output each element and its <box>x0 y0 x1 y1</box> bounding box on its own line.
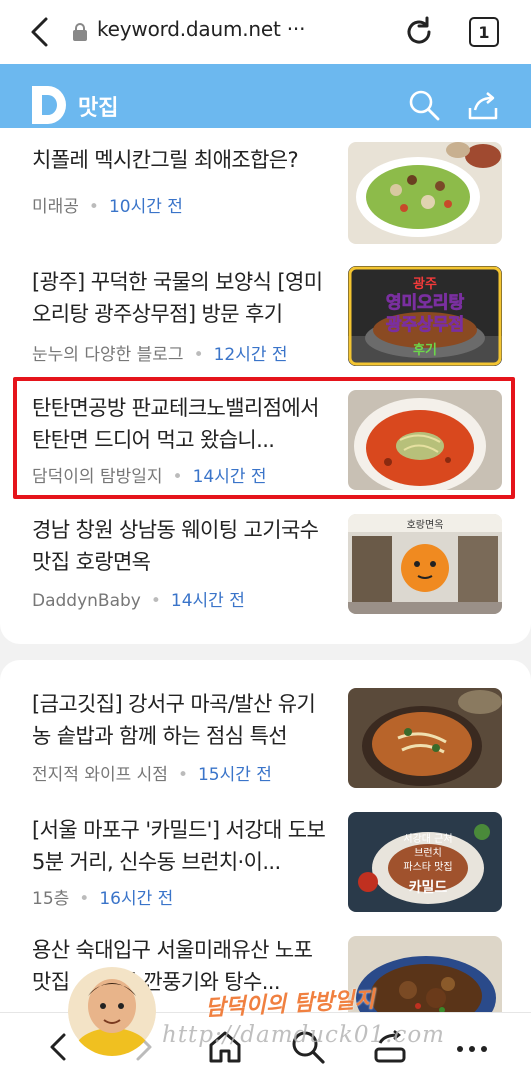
list-item[interactable]: 경남 창원 상남동 웨이팅 고기국수 맛집 호랑면옥 DaddynBaby • 14… <box>0 504 531 624</box>
item-thumbnail[interactable]: 호랑면옥 <box>348 514 502 614</box>
list-item[interactable]: [광주] 꾸덕한 국물의 보양식 [영미오리탕 광주상무점] 방문 후기 눈누의… <box>0 256 531 376</box>
item-thumbnail[interactable]: 광주 영미오리탕 광주상무점 후기 <box>348 266 502 366</box>
address-bar-url[interactable]: keyword.daum.net ··· <box>97 17 305 41</box>
watermark-avatar <box>68 966 156 1056</box>
browser-toolbar: keyword.daum.net ··· 1 <box>0 0 531 64</box>
tab-count-button[interactable]: 1 <box>469 17 499 47</box>
svg-text:서강대 근처: 서강대 근처 <box>403 833 452 845</box>
item-source: 전지적 와이프 시점 <box>32 765 168 785</box>
highlight-box <box>13 377 515 499</box>
item-thumbnail[interactable] <box>348 688 502 788</box>
item-thumbnail[interactable]: 서강대 근처 브런치 파스타 맛집 카밀드 <box>348 812 502 912</box>
item-source: DaddynBaby <box>32 591 141 611</box>
item-title[interactable]: [금고깃집] 강서구 마곡/발산 유기농 솥밥과 함께 하는 점심 특선 <box>32 688 328 752</box>
item-thumbnail[interactable] <box>348 142 502 244</box>
item-time: 15시간 전 <box>197 765 272 785</box>
item-time: 14시간 전 <box>170 591 245 611</box>
more-icon[interactable] <box>452 1027 492 1067</box>
svg-text:광주: 광주 <box>413 277 437 292</box>
item-source: 15층 <box>32 889 70 909</box>
search-icon[interactable] <box>407 88 441 122</box>
svg-text:후기: 후기 <box>413 342 437 358</box>
svg-text:파스타 맛집: 파스타 맛집 <box>403 861 452 873</box>
share-icon[interactable] <box>466 88 500 122</box>
page-title: 맛집 <box>78 96 119 121</box>
item-meta: DaddynBaby • 14시간 전 <box>32 591 245 611</box>
item-title[interactable]: 경남 창원 상남동 웨이팅 고기국수 맛집 호랑면옥 <box>32 514 332 578</box>
svg-text:브런치: 브런치 <box>414 847 442 859</box>
item-title[interactable]: 치폴레 멕시칸그릴 최애조합은? <box>32 144 332 176</box>
item-time: 16시간 전 <box>99 889 174 909</box>
reload-icon[interactable] <box>402 15 436 49</box>
item-meta: 미래공 • 10시간 전 <box>32 197 183 217</box>
svg-text:호랑면옥: 호랑면옥 <box>407 519 444 531</box>
svg-text:영미오리탕: 영미오리탕 <box>386 293 465 313</box>
item-meta: 전지적 와이프 시점 • 15시간 전 <box>32 765 272 785</box>
item-source: 눈누의 다양한 블로그 <box>32 345 184 365</box>
item-meta: 눈누의 다양한 블로그 • 12시간 전 <box>32 345 288 365</box>
list-item[interactable]: 치폴레 멕시칸그릴 최애조합은? 미래공 • 10시간 전 <box>0 136 531 256</box>
daum-logo-icon[interactable] <box>30 84 70 126</box>
lock-icon <box>73 23 87 41</box>
svg-text:카밀드: 카밀드 <box>409 880 448 896</box>
list-item[interactable]: [서울 마포구 '카밀드'] 서강대 도보 5분 거리, 신수동 브런치·이..… <box>0 802 531 922</box>
item-time: 10시간 전 <box>108 197 183 217</box>
svg-text:광주상무점: 광주상무점 <box>386 315 464 335</box>
back-icon[interactable] <box>26 16 56 48</box>
item-title[interactable]: [광주] 꾸덕한 국물의 보양식 [영미오리탕 광주상무점] 방문 후기 <box>32 266 332 330</box>
item-meta: 15층 • 16시간 전 <box>32 889 174 909</box>
item-source: 미래공 <box>32 197 79 217</box>
list-item[interactable]: [금고깃집] 강서구 마곡/발산 유기농 솥밥과 함께 하는 점심 특선 전지적… <box>0 680 531 800</box>
item-title[interactable]: [서울 마포구 '카밀드'] 서강대 도보 5분 거리, 신수동 브런치·이..… <box>32 814 328 878</box>
watermark-url: http://damduck01.com <box>162 1022 445 1048</box>
nav-back-icon[interactable] <box>38 1027 78 1067</box>
item-time: 12시간 전 <box>213 345 288 365</box>
